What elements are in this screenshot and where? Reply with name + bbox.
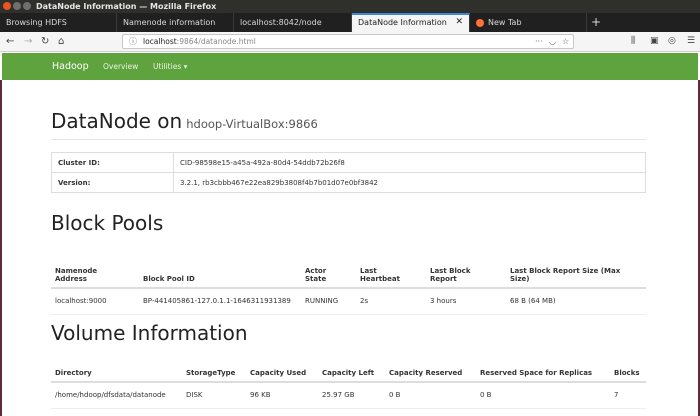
cell-reserved-space-replicas: 0 B bbox=[476, 382, 610, 409]
page-info-icon[interactable]: ⓘ bbox=[129, 35, 137, 48]
divider bbox=[51, 139, 646, 140]
col-directory: Directory bbox=[51, 364, 182, 383]
tab-datanode-information[interactable]: DataNode Information ✕ bbox=[352, 13, 470, 32]
maximize-window-button[interactable] bbox=[23, 2, 31, 10]
volume-information-table: Directory StorageType Capacity Used Capa… bbox=[51, 364, 646, 409]
url-text[interactable]: localhost:9864/datanode.html bbox=[143, 35, 256, 48]
reload-icon[interactable]: ↻ bbox=[41, 32, 49, 51]
cell-capacity-used: 96 KB bbox=[246, 382, 318, 409]
new-tab-plus-icon[interactable]: + bbox=[591, 13, 601, 32]
cell-last-block-report: 3 hours bbox=[426, 288, 506, 315]
col-storage-type: StorageType bbox=[182, 364, 246, 383]
tab-browsing-hdfs[interactable]: Browsing HDFS bbox=[0, 13, 117, 32]
cell-capacity-reserved: 0 B bbox=[385, 382, 476, 409]
volume-information-heading: Volume Information bbox=[51, 321, 248, 345]
left-window-edge bbox=[0, 80, 2, 416]
col-last-block-report: Last Block Report bbox=[426, 255, 506, 289]
block-pools-heading: Block Pools bbox=[51, 211, 164, 235]
firefox-icon bbox=[476, 18, 484, 27]
col-last-block-report-size: Last Block Report Size (Max Size) bbox=[506, 255, 646, 289]
cluster-id-label: Cluster ID: bbox=[51, 152, 174, 173]
cluster-id-value: CID-98598e15-a45a-492a-80d4-54ddb72b26f8 bbox=[173, 152, 646, 173]
close-tab-icon[interactable]: ✕ bbox=[455, 15, 463, 30]
datanode-info-table: Cluster ID: CID-98598e15-a45a-492a-80d4-… bbox=[51, 152, 646, 193]
col-block-pool-id: Block Pool ID bbox=[139, 255, 301, 289]
cell-namenode-address: localhost:9000 bbox=[51, 288, 139, 315]
home-icon[interactable]: ⌂ bbox=[58, 32, 64, 51]
bookmark-star-icon[interactable]: ☆ bbox=[562, 35, 569, 48]
col-capacity-reserved: Capacity Reserved bbox=[385, 364, 476, 383]
tab-label: New Tab bbox=[488, 18, 522, 27]
cell-storage-type: DISK bbox=[182, 382, 246, 409]
cell-capacity-left: 25.97 GB bbox=[318, 382, 385, 409]
page-title: DataNode on hdoop-VirtualBox:9866 bbox=[51, 109, 318, 136]
col-namenode-address: Namenode Address bbox=[51, 255, 139, 289]
page-title-text: DataNode on bbox=[51, 109, 183, 133]
tab-localhost-node[interactable]: localhost:8042/node bbox=[234, 13, 352, 32]
minimize-window-button[interactable] bbox=[13, 2, 21, 10]
pocket-icon[interactable]: ◡ bbox=[549, 35, 556, 48]
cell-directory: /home/hdoop/dfsdata/datanode bbox=[51, 382, 182, 409]
col-actor-state: Actor State bbox=[301, 255, 356, 289]
table-header-row: Directory StorageType Capacity Used Capa… bbox=[51, 364, 646, 383]
block-pools-table: Namenode Address Block Pool ID Actor State… bbox=[51, 255, 646, 315]
sidebar-icon[interactable]: ▣ bbox=[650, 32, 659, 51]
col-blocks: Blocks bbox=[610, 364, 646, 383]
table-row: Version: 3.2.1, rb3cbbb467e22ea829b3808f… bbox=[51, 172, 646, 193]
datanode-host: hdoop-VirtualBox:9866 bbox=[186, 117, 318, 131]
hadoop-navbar: Hadoop Overview Utilities ▾ bbox=[2, 53, 698, 80]
table-row: /home/hdoop/dfsdata/datanode DISK 96 KB … bbox=[51, 382, 646, 409]
cell-blocks: 7 bbox=[610, 382, 646, 409]
forward-arrow-icon[interactable]: → bbox=[24, 32, 32, 51]
menu-icon[interactable]: ☰ bbox=[687, 32, 695, 51]
version-label: Version: bbox=[51, 172, 174, 193]
version-value: 3.2.1, rb3cbbb467e22ea829b3808f4b7b01d07… bbox=[173, 172, 646, 193]
account-icon[interactable]: ◎ bbox=[668, 32, 676, 51]
back-arrow-icon[interactable]: ← bbox=[6, 32, 14, 51]
table-row: Cluster ID: CID-98598e15-a45a-492a-80d4-… bbox=[51, 152, 646, 173]
cell-block-pool-id: BP-441405861-127.0.1.1-1646311931389 bbox=[139, 288, 301, 315]
nav-overview-link[interactable]: Overview bbox=[103, 53, 138, 80]
address-bar[interactable]: ⓘ localhost:9864/datanode.html ··· ◡ ☆ bbox=[122, 34, 574, 49]
nav-utilities-dropdown[interactable]: Utilities ▾ bbox=[153, 53, 187, 80]
cell-actor-state: RUNNING bbox=[301, 288, 356, 315]
col-last-heartbeat: Last Heartbeat bbox=[356, 255, 426, 289]
hadoop-brand[interactable]: Hadoop bbox=[52, 53, 89, 80]
window-title: DataNode Information — Mozilla Firefox bbox=[36, 2, 217, 11]
cell-report-size: 68 B (64 MB) bbox=[506, 288, 646, 315]
page-actions-icon[interactable]: ··· bbox=[535, 35, 543, 48]
col-reserved-space-replicas: Reserved Space for Replicas bbox=[476, 364, 610, 383]
tab-label: Namenode information bbox=[123, 18, 216, 27]
tab-new-tab[interactable]: New Tab bbox=[470, 13, 587, 32]
navigation-toolbar: ← → ↻ ⌂ ⓘ localhost:9864/datanode.html ·… bbox=[0, 32, 700, 52]
close-window-button[interactable] bbox=[3, 2, 11, 10]
library-icon[interactable]: ⫼ bbox=[631, 32, 635, 51]
col-capacity-used: Capacity Used bbox=[246, 364, 318, 383]
window-titlebar: DataNode Information — Mozilla Firefox bbox=[0, 0, 700, 13]
tab-label: Browsing HDFS bbox=[6, 18, 67, 27]
col-capacity-left: Capacity Left bbox=[318, 364, 385, 383]
tab-namenode-information[interactable]: Namenode information bbox=[117, 13, 234, 32]
tab-label: DataNode Information bbox=[358, 18, 447, 27]
tab-label: localhost:8042/node bbox=[240, 18, 322, 27]
cell-last-heartbeat: 2s bbox=[356, 288, 426, 315]
table-header-row: Namenode Address Block Pool ID Actor State… bbox=[51, 255, 646, 289]
table-row: localhost:9000 BP-441405861-127.0.1.1-16… bbox=[51, 288, 646, 315]
